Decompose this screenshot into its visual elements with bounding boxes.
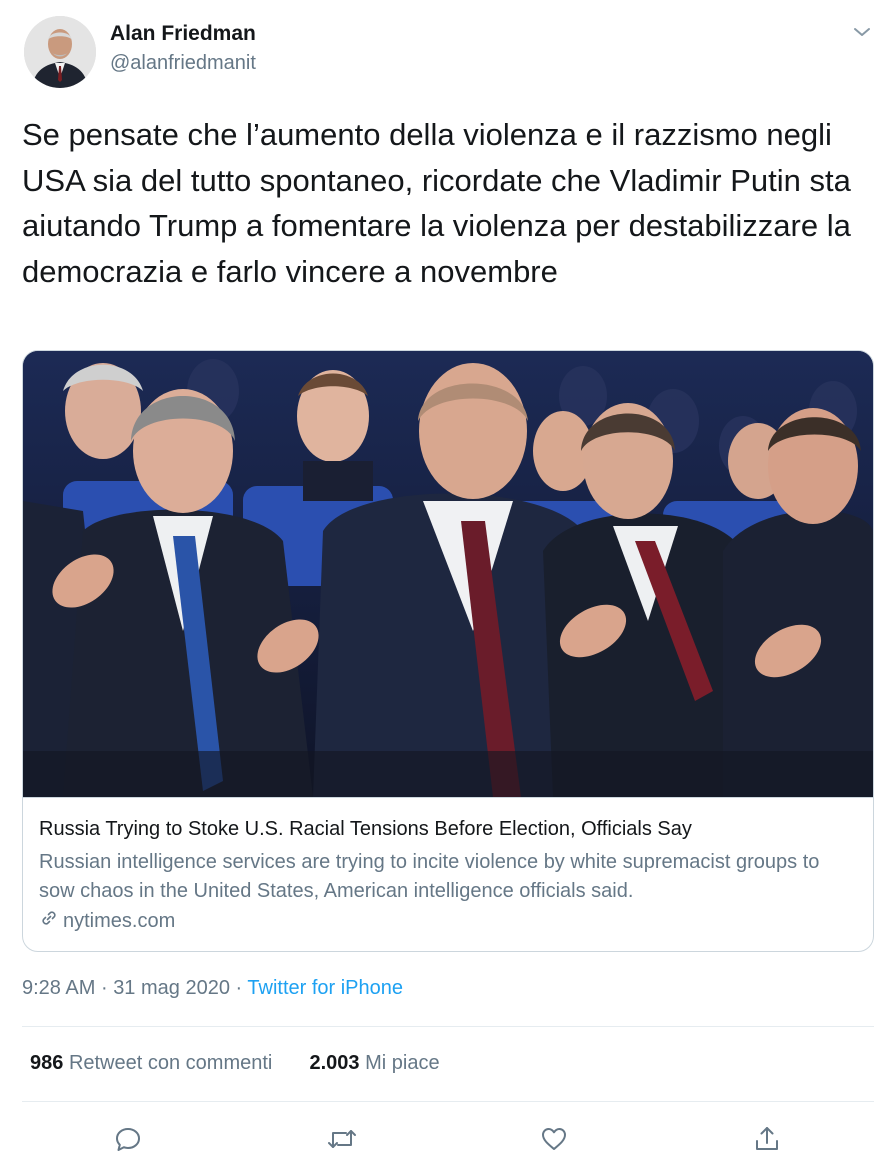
meta-separator: · (100, 977, 108, 999)
link-icon (39, 908, 63, 934)
reply-icon[interactable] (111, 1122, 145, 1156)
likes-count: 2.003 (309, 1052, 360, 1074)
divider (22, 1026, 874, 1027)
tweet-meta: 9:28 AM · 31 mag 2020 · Twitter for iPho… (22, 977, 403, 1000)
share-icon[interactable] (750, 1122, 784, 1156)
chevron-down-icon[interactable] (850, 20, 874, 44)
tweet-time[interactable]: 9:28 AM (22, 977, 95, 999)
tweet-source[interactable]: Twitter for iPhone (247, 977, 403, 999)
author-handle[interactable]: @alanfriedmanit (110, 52, 256, 75)
likes-stat[interactable]: 2.003 Mi piace (309, 1052, 439, 1074)
retweets-stat[interactable]: 986 Retweet con commenti (30, 1052, 272, 1074)
retweets-label: Retweet con commenti (68, 1052, 273, 1074)
tweet-text: Se pensate che l’aumento della violenza … (22, 117, 851, 289)
card-title[interactable]: Russia Trying to Stoke U.S. Racial Tensi… (39, 818, 859, 841)
author-name[interactable]: Alan Friedman (110, 22, 256, 46)
card-domain-text: nytimes.com (63, 909, 176, 932)
likes-label: Mi piace (365, 1052, 440, 1074)
action-bar (0, 1122, 896, 1156)
retweets-count: 986 (30, 1052, 64, 1074)
link-card[interactable]: Russia Trying to Stoke U.S. Racial Tensi… (22, 350, 874, 952)
card-description: Russian intelligence services are trying… (39, 851, 820, 902)
card-image (23, 351, 873, 797)
card-domain[interactable]: nytimes.com (39, 908, 175, 934)
retweet-icon[interactable] (325, 1122, 359, 1156)
tweet-stats: 986 Retweet con commenti 2.003 Mi piace (30, 1052, 440, 1075)
tweet-date[interactable]: 31 mag 2020 (113, 977, 230, 999)
like-icon[interactable] (537, 1122, 571, 1156)
divider (22, 1101, 874, 1102)
avatar[interactable] (24, 16, 96, 88)
meta-separator: · (235, 977, 243, 999)
